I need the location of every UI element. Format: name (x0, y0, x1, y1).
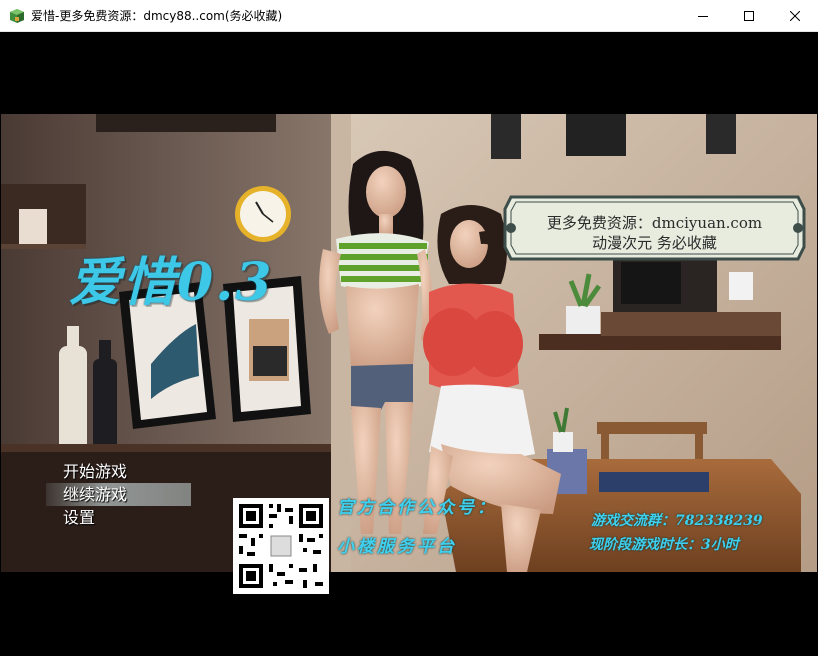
banner-line-1: 更多免费资源：dmciyuan.com (546, 214, 763, 232)
menu-item-settings[interactable]: 设置 (46, 506, 191, 529)
menu-item-continue-game[interactable]: 继续游戏 (46, 483, 191, 506)
title-bar: 爱惜-更多免费资源：dmcy88..com(务必收藏) (0, 0, 818, 32)
banner-line-2: 动漫次元 务必收藏 (592, 234, 717, 252)
window-title: 爱惜-更多免费资源：dmcy88..com(务必收藏) (31, 9, 283, 23)
promo-banner: 更多免费资源：dmciyuan.com 动漫次元 务必收藏 (503, 195, 806, 261)
app-icon (10, 8, 24, 23)
minimize-icon (698, 15, 708, 17)
maximize-icon (744, 10, 754, 21)
official-account-name: 小楼服务平台 (337, 537, 457, 557)
menu-item-start-game[interactable]: 开始游戏 (46, 460, 191, 483)
qq-group-text: 游戏交流群：782338239 (591, 513, 763, 529)
qr-code (233, 498, 329, 594)
game-viewport: 爱惜0.3 更多免费资源：dmciyuan.com 动漫次元 务必收藏 开始游戏… (1, 32, 817, 655)
qr-code-image (239, 504, 323, 588)
official-account-label: 官方合作公众号： (337, 498, 497, 518)
close-icon (790, 10, 800, 21)
minimize-button[interactable] (680, 0, 726, 31)
playtime-text: 现阶段游戏时长：3小时 (589, 537, 739, 553)
main-menu: 开始游戏 继续游戏 设置 (46, 460, 191, 529)
game-title: 爱惜0.3 (69, 252, 274, 313)
game-window: 爱惜-更多免费资源：dmcy88..com(务必收藏) 爱惜0.3 更多免费资源… (0, 0, 818, 656)
maximize-button[interactable] (726, 0, 772, 31)
close-button[interactable] (772, 0, 818, 31)
